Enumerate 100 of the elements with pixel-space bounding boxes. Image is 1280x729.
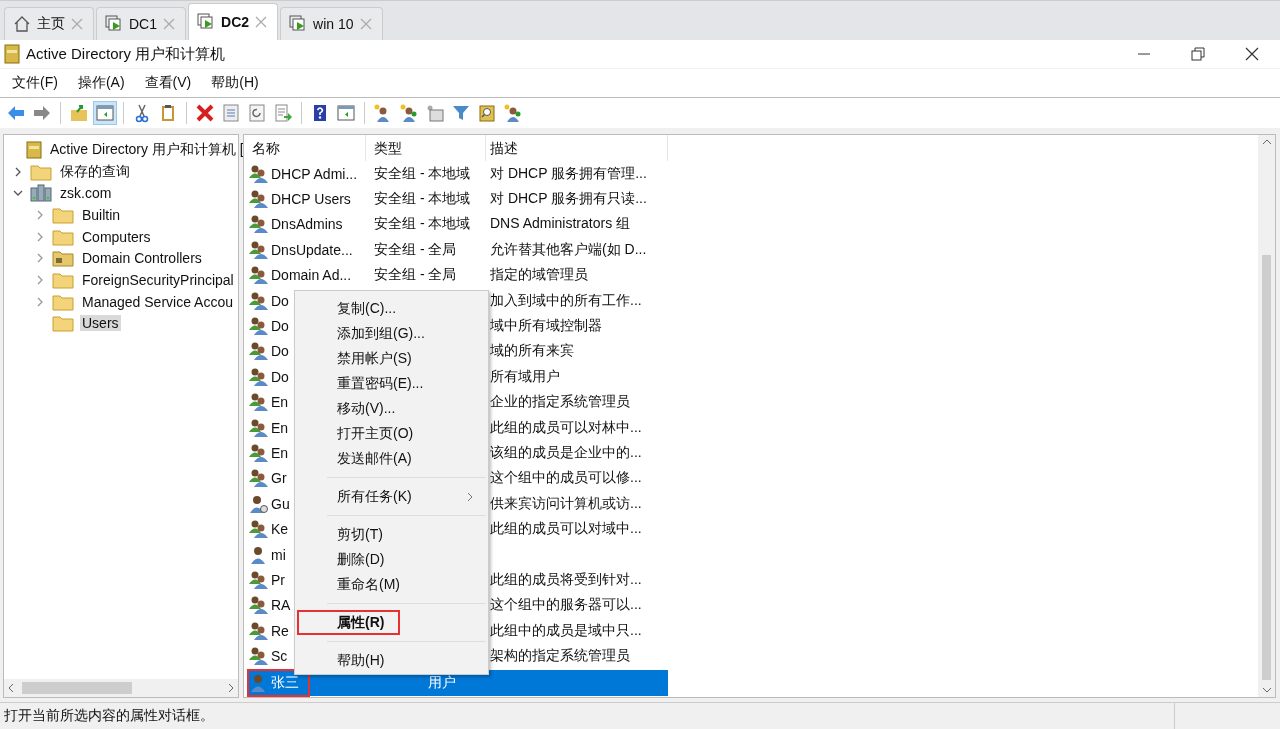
column-header[interactable]: 名称 xyxy=(248,135,366,161)
scroll-right-icon[interactable] xyxy=(228,683,234,693)
column-header[interactable]: 类型 xyxy=(366,135,486,161)
tree-item[interactable]: Builtin xyxy=(80,206,123,223)
console-tree-icon[interactable] xyxy=(93,101,117,125)
name-cell: Do xyxy=(271,318,289,335)
group-icon xyxy=(248,392,270,413)
context-menu-item[interactable]: 剪切(T) xyxy=(297,522,486,547)
close-tab-icon[interactable] xyxy=(71,18,83,30)
folder-icon xyxy=(30,162,52,181)
tab[interactable]: 主页 xyxy=(4,7,94,40)
group-icon xyxy=(248,265,270,286)
name-cell: Ke xyxy=(271,521,289,538)
tree-item[interactable]: ForeignSecurityPrincipal xyxy=(80,271,236,288)
description-cell: 架构的指定系统管理员 xyxy=(490,647,630,664)
description-cell: DNS Administrators 组 xyxy=(490,215,631,232)
tree-item[interactable]: Computers xyxy=(80,228,153,245)
tab[interactable]: DC1 xyxy=(96,7,186,40)
group-icon xyxy=(248,569,270,590)
description-cell: 此组的成员将受到针对... xyxy=(490,570,642,587)
context-menu-item[interactable]: 删除(D) xyxy=(297,547,486,572)
name-cell: DHCP Users xyxy=(271,191,351,208)
tree-item[interactable]: Managed Service Accou xyxy=(80,293,235,310)
group-icon xyxy=(248,290,270,311)
home-icon xyxy=(13,15,31,33)
scroll-left-icon[interactable] xyxy=(8,683,14,693)
description-cell: 此组的成员可以对域中... xyxy=(490,520,642,537)
context-menu-item[interactable]: 重命名(M) xyxy=(297,572,486,597)
name-cell: DnsUpdate... xyxy=(271,241,353,258)
folder-icon xyxy=(52,205,74,224)
close-tab-icon[interactable] xyxy=(255,16,268,28)
name-cell: Gr xyxy=(271,470,287,487)
folder-icon xyxy=(52,227,74,246)
book-icon xyxy=(4,44,20,64)
group-icon xyxy=(248,417,270,438)
folder-icon xyxy=(52,270,74,289)
description-cell: 这个组中的成员可以修... xyxy=(490,469,642,486)
group-icon xyxy=(248,468,270,489)
scroll-down-icon[interactable] xyxy=(1261,687,1272,693)
type-cell: 用户 xyxy=(428,673,456,690)
close-tab-icon[interactable] xyxy=(359,18,372,30)
close-tab-icon[interactable] xyxy=(163,18,175,30)
tab[interactable]: DC2 xyxy=(188,3,279,40)
menu-item[interactable]: 操作(A) xyxy=(77,74,125,92)
group-icon xyxy=(248,646,270,667)
group-icon xyxy=(248,239,270,260)
group-icon xyxy=(248,620,270,641)
description-cell: 企业的指定系统管理员 xyxy=(490,393,630,410)
group-icon xyxy=(248,214,270,235)
context-menu-item[interactable]: 属性(R) xyxy=(297,610,400,635)
context-menu-item[interactable]: 复制(C)... xyxy=(297,296,486,321)
tree-item[interactable]: 保存的查询 xyxy=(58,162,132,181)
type-cell: 安全组 - 全局 xyxy=(374,266,457,283)
name-cell: 张三 xyxy=(271,673,299,692)
group-icon xyxy=(248,366,270,387)
tab[interactable]: win 10 xyxy=(280,7,383,40)
context-menu-item[interactable]: 所有任务(K) xyxy=(297,484,486,509)
guest-user-icon xyxy=(248,493,270,514)
group-icon xyxy=(248,189,270,210)
context-menu-item[interactable]: 打开主页(O) xyxy=(297,421,486,446)
group-icon xyxy=(248,519,270,540)
context-menu-item[interactable]: 禁用帐户(S) xyxy=(297,346,486,371)
description-cell: 对 DHCP 服务拥有只读... xyxy=(490,190,647,207)
description-cell: 域的所有来宾 xyxy=(490,342,574,359)
tree-item[interactable]: Users xyxy=(80,315,121,332)
tree-item[interactable]: zsk.com xyxy=(58,185,114,202)
column-header[interactable]: 描述 xyxy=(486,135,668,161)
restore-icon[interactable] xyxy=(1190,46,1206,62)
context-menu-item[interactable]: 添加到组(G)... xyxy=(297,321,486,346)
type-cell: 安全组 - 全局 xyxy=(374,240,457,257)
close-icon[interactable] xyxy=(1244,46,1260,62)
description-cell: 此组的成员可以对林中... xyxy=(490,418,642,435)
type-cell: 安全组 - 本地域 xyxy=(374,164,471,181)
window-title: Active Directory 用户和计算机 xyxy=(26,44,226,64)
context-menu-item[interactable]: 移动(V)... xyxy=(297,396,486,421)
name-cell: Domain Ad... xyxy=(271,267,352,284)
name-cell: DnsAdmins xyxy=(271,216,343,233)
context-menu-item[interactable]: 重置密码(E)... xyxy=(297,371,486,396)
name-cell: mi xyxy=(271,546,286,563)
name-cell: Sc xyxy=(271,648,288,665)
group-icon xyxy=(248,595,270,616)
name-cell: Gu xyxy=(271,495,290,512)
menu-item[interactable]: 查看(V) xyxy=(144,74,192,92)
tree-item[interactable]: Domain Controllers xyxy=(80,250,204,267)
name-cell: RA xyxy=(271,597,291,614)
scroll-up-icon[interactable] xyxy=(1261,139,1272,145)
type-cell: 安全组 - 本地域 xyxy=(374,215,471,232)
menu-item[interactable]: 文件(F) xyxy=(12,74,58,92)
name-cell: Do xyxy=(271,343,289,360)
description-cell: 对 DHCP 服务拥有管理... xyxy=(490,164,647,181)
group-icon xyxy=(248,316,270,337)
virtual-machine-icon xyxy=(289,15,308,33)
context-menu-item[interactable]: 发送邮件(A) xyxy=(297,446,486,471)
status-text: 打开当前所选内容的属性对话框。 xyxy=(3,707,215,725)
scrollbar-thumb[interactable] xyxy=(1262,255,1271,680)
name-cell: En xyxy=(271,445,289,461)
description-cell: 指定的域管理员 xyxy=(490,266,588,283)
description-cell: 允许替其他客户端(如 D... xyxy=(490,240,647,257)
menu-item[interactable]: 帮助(H) xyxy=(211,74,259,92)
scrollbar-thumb[interactable] xyxy=(22,682,132,694)
